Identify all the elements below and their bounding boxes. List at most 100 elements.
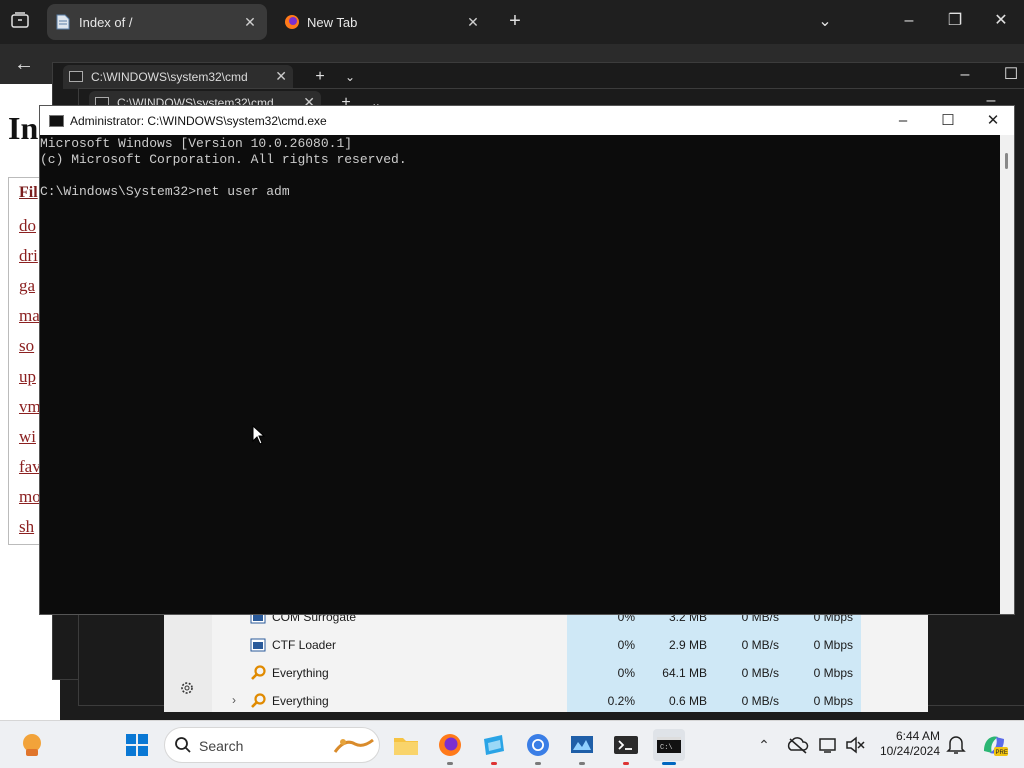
memory-value: 64.1 MB <box>643 659 715 687</box>
maximize-button[interactable]: ☐ <box>925 106 971 135</box>
monitor-app-icon[interactable] <box>566 729 598 765</box>
tab-index-of[interactable]: Index of / ✕ <box>47 4 267 40</box>
console-line: Microsoft Windows [Version 10.0.26080.1] <box>40 136 353 151</box>
cpu-value: 0.2% <box>567 687 643 712</box>
new-tab-button[interactable]: + <box>311 67 329 87</box>
gear-icon[interactable] <box>179 680 195 701</box>
table-row[interactable]: CTF Loader 0% 2.9 MB 0 MB/s 0 Mbps <box>212 631 928 659</box>
widgets-icon[interactable] <box>16 729 48 761</box>
close-icon[interactable]: ✕ <box>464 13 482 31</box>
close-button[interactable]: ✕ <box>970 106 1016 135</box>
file-link[interactable]: wi <box>19 427 36 447</box>
cmd-window[interactable]: Administrator: C:\WINDOWS\system32\cmd.e… <box>39 105 1015 615</box>
file-link[interactable]: mo <box>19 487 41 507</box>
minimize-icon[interactable]: – <box>898 11 920 31</box>
firefox-icon[interactable] <box>434 729 466 765</box>
chevron-right-icon[interactable]: › <box>232 693 236 707</box>
running-indicator <box>447 762 453 765</box>
chevron-up-icon[interactable]: ⌃ <box>752 729 776 761</box>
magnifier-icon <box>250 693 266 709</box>
running-indicator <box>535 762 541 765</box>
close-icon[interactable]: ✕ <box>275 68 287 85</box>
svg-text:PRE: PRE <box>996 750 1008 756</box>
clock[interactable]: 6:44 AM 10/24/2024 <box>868 729 940 759</box>
running-indicator <box>623 762 629 765</box>
close-window-icon[interactable]: ✕ <box>990 11 1012 31</box>
task-manager-sidebar <box>164 600 212 712</box>
network-value: 0 Mbps <box>787 687 861 712</box>
disk-value: 0 MB/s <box>715 687 787 712</box>
svg-text:C:\: C:\ <box>660 744 673 752</box>
terminal-icon <box>49 115 64 127</box>
disk-value: 0 MB/s <box>715 631 787 659</box>
tab-label: Index of / <box>79 15 133 30</box>
back-arrow-icon[interactable]: ← <box>12 54 36 74</box>
start-button[interactable] <box>121 729 153 761</box>
search-label: Search <box>199 738 244 754</box>
volume-muted-icon[interactable] <box>844 729 866 761</box>
running-indicator <box>491 762 497 765</box>
terminal-tab[interactable]: C:\WINDOWS\system32\cmd ✕ <box>63 65 293 89</box>
network-icon[interactable] <box>818 729 840 761</box>
new-tab-button[interactable]: + <box>504 11 526 31</box>
console-line: (c) Microsoft Corporation. All rights re… <box>40 152 407 167</box>
chevron-down-icon[interactable]: ⌄ <box>814 12 836 32</box>
taskbar: Search C:\ ⌃ 6:44 AM 10/24/2024 PRE <box>0 720 1024 768</box>
table-row[interactable]: › Everything 0.2% 0.6 MB 0 MB/s 0 Mbps <box>212 687 928 712</box>
terminal-icon[interactable] <box>610 729 642 765</box>
file-link[interactable]: do <box>19 216 36 236</box>
cpu-value: 0% <box>567 631 643 659</box>
process-name: Everything <box>272 666 329 680</box>
process-name: Everything <box>272 694 329 708</box>
console-prompt-line: C:\Windows\System32>net user adm <box>40 184 290 199</box>
tab-label: New Tab <box>307 15 358 30</box>
minimize-icon[interactable]: – <box>955 65 975 85</box>
app-icon[interactable] <box>478 729 510 765</box>
document-icon <box>56 14 72 30</box>
table-header[interactable]: Fil <box>19 184 38 202</box>
scrollbar-thumb[interactable] <box>1005 153 1008 169</box>
notification-bell-icon[interactable] <box>946 729 966 761</box>
console-output[interactable]: Microsoft Windows [Version 10.0.26080.1]… <box>40 135 1000 614</box>
file-link[interactable]: dri <box>19 246 38 266</box>
clock-time: 6:44 AM <box>895 729 940 743</box>
app-frame-icon <box>250 637 266 653</box>
active-indicator <box>662 762 676 765</box>
file-link[interactable]: ma <box>19 306 40 326</box>
cpu-value: 0% <box>567 659 643 687</box>
chrome-icon[interactable] <box>522 729 554 765</box>
chevron-down-icon[interactable]: ⌄ <box>341 67 359 87</box>
file-explorer-icon[interactable] <box>390 729 422 761</box>
file-link[interactable]: sh <box>19 517 34 537</box>
restore-icon[interactable]: ❐ <box>944 11 966 31</box>
file-link[interactable]: so <box>19 336 34 356</box>
file-link[interactable]: ga <box>19 276 35 296</box>
browser-tab-bar: Index of / ✕ New Tab ✕ + ⌄ – ❐ ✕ <box>0 0 1024 44</box>
tab-new-tab[interactable]: New Tab ✕ <box>275 4 490 40</box>
close-icon[interactable]: ✕ <box>241 13 259 31</box>
table-row[interactable]: Everything 0% 64.1 MB 0 MB/s 0 Mbps <box>212 659 928 687</box>
network-value: 0 Mbps <box>787 659 861 687</box>
minimize-button[interactable]: – <box>880 106 926 135</box>
magnifier-icon <box>250 665 266 681</box>
search-highlight-icon <box>333 734 375 761</box>
process-name: CTF Loader <box>272 638 337 652</box>
firefox-icon <box>284 14 300 30</box>
task-manager-window: COM Surrogate 0% 3.2 MB 0 MB/s 0 Mbps CT… <box>164 600 928 712</box>
disk-value: 0 MB/s <box>715 659 787 687</box>
file-link[interactable]: fav <box>19 457 41 477</box>
scrollbar[interactable] <box>1000 135 1014 614</box>
file-link[interactable]: up <box>19 367 36 387</box>
network-value: 0 Mbps <box>787 631 861 659</box>
tab-overview-icon[interactable] <box>9 12 31 34</box>
cmd-title-bar[interactable]: Administrator: C:\WINDOWS\system32\cmd.e… <box>40 106 1014 135</box>
maximize-icon[interactable]: ☐ <box>1001 65 1021 85</box>
taskbar-search[interactable]: Search <box>164 727 380 763</box>
window-title: Administrator: C:\WINDOWS\system32\cmd.e… <box>70 114 327 128</box>
copilot-icon[interactable]: PRE <box>978 729 1010 761</box>
search-icon <box>174 736 192 759</box>
file-link[interactable]: vm <box>19 397 41 417</box>
cloud-off-icon[interactable] <box>786 729 810 761</box>
page-title: In <box>8 110 39 146</box>
cmd-taskbar-icon[interactable]: C:\ <box>653 729 685 765</box>
